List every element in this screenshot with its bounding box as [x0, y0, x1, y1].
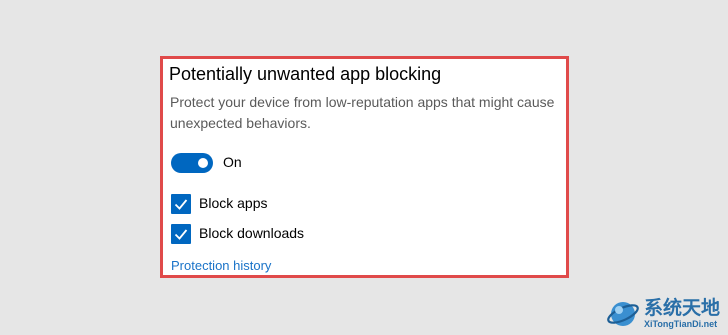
- checkmark-icon: [174, 229, 188, 240]
- toggle-knob: [198, 158, 208, 168]
- protection-history-link[interactable]: Protection history: [171, 258, 271, 273]
- pua-toggle-switch[interactable]: [171, 153, 213, 173]
- globe-logo-icon: [607, 301, 639, 326]
- section-description: Protect your device from low-reputation …: [170, 94, 555, 131]
- section-title: Potentially unwanted app blocking: [169, 64, 442, 84]
- block-downloads-checkbox[interactable]: [171, 224, 191, 244]
- checkmark-icon: [174, 199, 188, 210]
- toggle-state-label: On: [223, 154, 242, 170]
- watermark-url: XiTongTianDi.net: [643, 319, 718, 329]
- site-watermark: 系统天地 XiTongTianDi.net: [606, 298, 720, 329]
- pua-blocking-panel: Potentially unwanted app blocking Protec…: [160, 56, 569, 278]
- block-apps-checkbox[interactable]: [171, 194, 191, 214]
- block-apps-label: Block apps: [199, 195, 268, 211]
- block-downloads-label: Block downloads: [199, 225, 305, 241]
- watermark-brand: 系统天地: [643, 297, 720, 319]
